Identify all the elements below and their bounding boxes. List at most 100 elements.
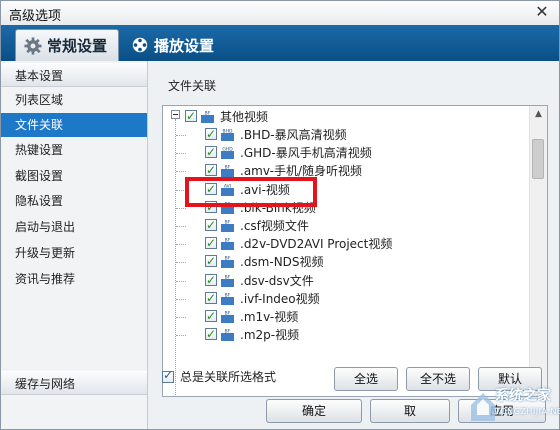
sidebar-item-label: 截图设置 bbox=[15, 169, 64, 183]
sidebar-item-label: 资讯与推荐 bbox=[15, 272, 76, 286]
sidebar-item-label: 缓存与网络 bbox=[15, 377, 76, 391]
select-none-button[interactable]: 全不选 bbox=[406, 367, 470, 391]
checkbox[interactable] bbox=[205, 180, 217, 198]
svg-text:BF: BF bbox=[225, 328, 231, 334]
checkbox[interactable] bbox=[205, 198, 217, 216]
sidebar-item-list-area[interactable]: 列表区域 bbox=[1, 88, 147, 112]
gear-icon bbox=[24, 36, 42, 55]
sidebar-item-startup-exit[interactable]: 启动与退出 bbox=[1, 215, 147, 239]
sidebar-item-label: 隐私设置 bbox=[15, 194, 64, 208]
tree-line bbox=[176, 317, 186, 318]
tree-line bbox=[176, 280, 186, 282]
sidebar-item-file-association[interactable]: 文件关联 bbox=[1, 113, 147, 137]
tab-label: 常规设置 bbox=[47, 37, 108, 55]
file-type-icon: GHD bbox=[220, 145, 235, 160]
tree-line bbox=[176, 207, 186, 209]
sidebar-item-label: 启动与退出 bbox=[15, 220, 76, 234]
tree-item-label: .dsm-NDS视频 bbox=[240, 255, 324, 270]
svg-text:BF: BF bbox=[225, 165, 231, 171]
checkbox[interactable] bbox=[205, 234, 217, 252]
checkbox[interactable] bbox=[205, 125, 217, 143]
file-type-icon: BF bbox=[200, 109, 215, 124]
sidebar-item-hotkeys[interactable]: 热键设置 bbox=[1, 138, 147, 162]
svg-text:BF: BF bbox=[205, 110, 211, 116]
sidebar-item-basic-settings[interactable]: 基本设置 bbox=[1, 63, 147, 87]
ok-button[interactable]: 确定 bbox=[266, 399, 362, 423]
collapse-icon[interactable] bbox=[171, 110, 180, 119]
svg-text:BF: BF bbox=[225, 237, 231, 243]
sidebar-item-cache-network[interactable]: 缓存与网络 bbox=[1, 371, 147, 395]
svg-text:BF: BF bbox=[225, 256, 231, 262]
file-type-icon: BF bbox=[220, 218, 235, 233]
checkbox[interactable] bbox=[205, 161, 217, 179]
file-type-icon: BF bbox=[220, 200, 235, 215]
tree-line bbox=[176, 189, 186, 191]
tree-line bbox=[176, 135, 186, 136]
film-reel-icon bbox=[132, 37, 148, 53]
tree-item-label: 其他视频 bbox=[220, 110, 269, 124]
tree-item-label: .m1v-视频 bbox=[240, 310, 299, 324]
svg-text:BF: BF bbox=[225, 201, 231, 207]
tree-line bbox=[176, 298, 186, 300]
checkbox[interactable] bbox=[205, 325, 217, 343]
file-type-icon: AVI bbox=[220, 182, 235, 197]
tree-item-label: .GHD-暴风手机高清视频 bbox=[240, 146, 372, 161]
sidebar-item-label: 文件关联 bbox=[15, 118, 64, 132]
sidebar-item-screenshot[interactable]: 截图设置 bbox=[1, 164, 147, 188]
sidebar-item-label: 热键设置 bbox=[15, 143, 64, 157]
svg-text:BF: BF bbox=[225, 292, 231, 298]
tree-line bbox=[176, 335, 186, 337]
file-type-icon: BF bbox=[220, 291, 235, 306]
checkbox[interactable] bbox=[205, 143, 217, 161]
vertical-scrollbar[interactable]: ▲ ▼ bbox=[529, 106, 547, 396]
file-type-icon: BF bbox=[220, 327, 235, 342]
tree-line bbox=[176, 244, 186, 246]
watermark-subtext: TONGZHIJIA.NET bbox=[495, 407, 560, 416]
tree-item-label: .ivf-Indeo视频 bbox=[240, 291, 320, 306]
file-type-icon: BHD bbox=[220, 127, 235, 142]
scroll-thumb[interactable] bbox=[532, 139, 544, 179]
tree-item-label: .csf视频文件 bbox=[240, 219, 309, 233]
sidebar-item-label: 基本设置 bbox=[15, 69, 64, 83]
checkbox[interactable] bbox=[205, 216, 217, 234]
title-bar: 高级选项 ✕ bbox=[1, 1, 559, 26]
tab-strip: 常规设置 播放设置 bbox=[1, 25, 559, 61]
tree-line bbox=[175, 119, 176, 396]
always-associate-checkbox[interactable] bbox=[162, 368, 174, 383]
scroll-up-icon[interactable]: ▲ bbox=[530, 106, 547, 123]
checkbox[interactable] bbox=[205, 289, 217, 307]
sidebar-item-label: 升级与更新 bbox=[15, 246, 76, 260]
cancel-button[interactable]: 取 bbox=[370, 399, 450, 423]
file-type-icon: BF bbox=[220, 254, 235, 269]
svg-text:GHD: GHD bbox=[222, 146, 233, 152]
sidebar-item-privacy[interactable]: 隐私设置 bbox=[1, 189, 147, 213]
tree-item-label: .BHD-暴风高清视频 bbox=[240, 128, 347, 142]
checkbox[interactable] bbox=[205, 307, 217, 325]
checkbox[interactable] bbox=[185, 107, 197, 125]
svg-text:BF: BF bbox=[225, 310, 231, 316]
tab-general-settings[interactable]: 常规设置 bbox=[15, 29, 119, 61]
tree-line bbox=[176, 226, 186, 227]
svg-text:BF: BF bbox=[225, 219, 231, 225]
file-type-icon: BF bbox=[220, 273, 235, 288]
tree-item-label: .dsv-dsv文件 bbox=[240, 273, 314, 288]
section-title: 文件关联 bbox=[168, 79, 217, 93]
tree-line bbox=[176, 153, 186, 155]
sidebar-item-news[interactable]: 资讯与推荐 bbox=[1, 267, 147, 291]
tab-playback-settings[interactable]: 播放设置 bbox=[123, 29, 227, 61]
select-all-button[interactable]: 全选 bbox=[334, 367, 398, 391]
file-association-list[interactable]: BF 其他视频 BHD .BHD-暴风高清视频 GHD .GHD-暴风手机高清视频 BF… bbox=[162, 105, 548, 397]
tree-item-label: .m2p-视频 bbox=[240, 328, 300, 343]
checkbox[interactable] bbox=[205, 252, 217, 270]
content-panel: 文件关联 BF 其他视频 BHD .BHD-暴风高清视频 GHD .GHD-暴风手机高… bbox=[148, 61, 559, 429]
close-icon[interactable]: ✕ bbox=[533, 3, 551, 21]
file-type-icon: BF bbox=[220, 236, 235, 251]
sidebar-item-upgrade[interactable]: 升级与更新 bbox=[1, 241, 147, 265]
tree-line bbox=[176, 171, 186, 173]
tree-item-label: .bik-Bink视频 bbox=[240, 200, 316, 215]
watermark-text: 系统之家 bbox=[495, 388, 551, 404]
svg-text:AVI: AVI bbox=[224, 183, 231, 189]
checkbox[interactable] bbox=[205, 271, 217, 289]
advanced-options-window: 高级选项 ✕ 常规设置 播放设置 基本设置 列表区域 文件关联 热键设置 截图设… bbox=[0, 0, 560, 430]
tree-item-label: .amv-手机/随身听视频 bbox=[240, 164, 363, 179]
